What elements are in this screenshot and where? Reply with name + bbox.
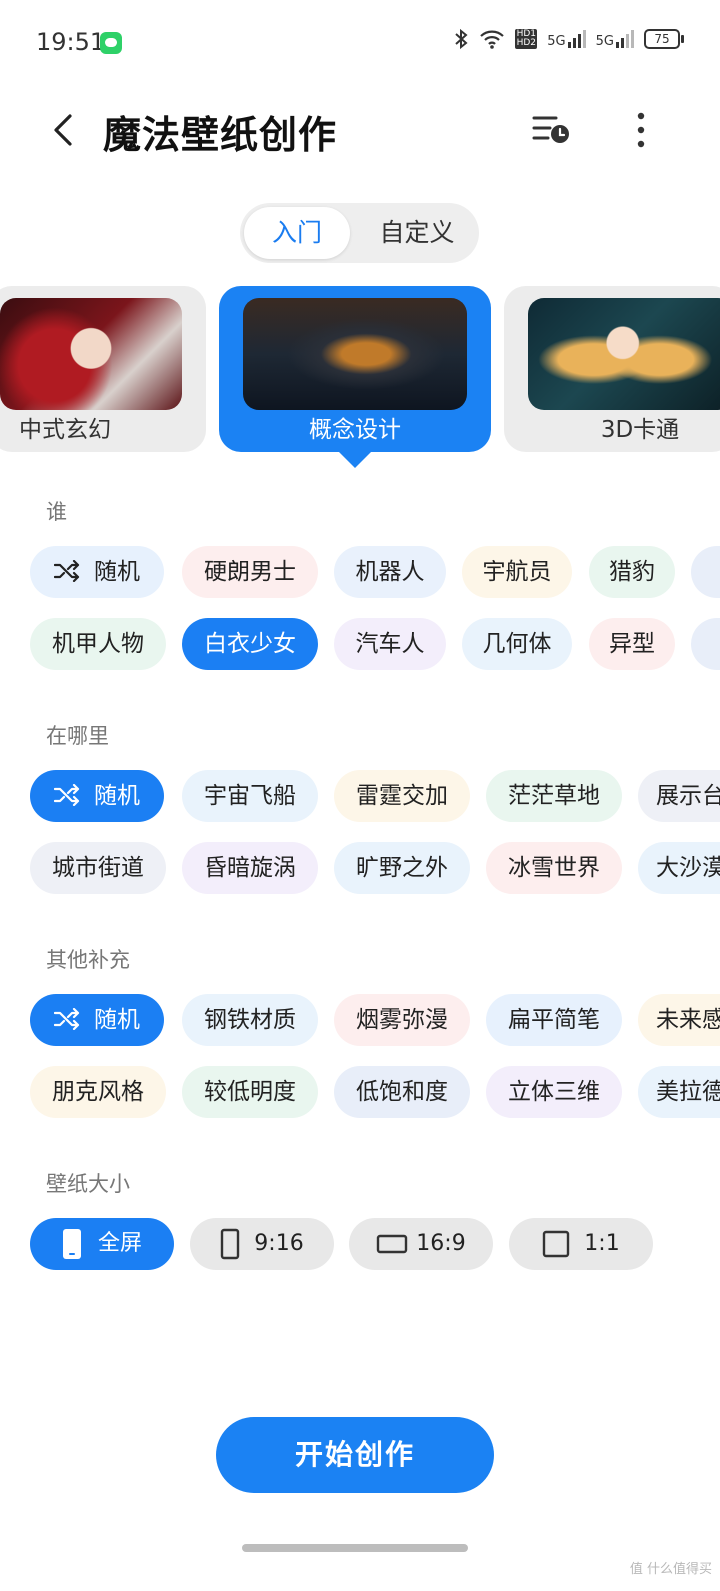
chip-who[interactable]: 汽车人: [334, 618, 446, 670]
tab-custom[interactable]: 自定义: [358, 207, 476, 259]
tab-beginner[interactable]: 入门: [244, 207, 350, 259]
hd-icon: HD1 HD2: [515, 29, 538, 49]
chip-who[interactable]: 猎豹: [589, 546, 675, 598]
chip-where[interactable]: 雷霆交加: [334, 770, 470, 822]
chip-where-partial[interactable]: 展示台: [638, 770, 720, 822]
status-time: 19:51: [36, 28, 106, 56]
section-title-who: 谁: [46, 500, 67, 524]
chip-extra[interactable]: 较低明度: [182, 1066, 318, 1118]
size-option-16-9[interactable]: 16:9: [349, 1218, 493, 1270]
style-label: 中式玄幻: [19, 417, 111, 443]
watermark: 值 什么值得买: [629, 1562, 712, 1577]
chip-who-partial[interactable]: [691, 546, 720, 598]
chip-who[interactable]: 机甲人物: [30, 618, 166, 670]
chip-extra[interactable]: 钢铁材质: [182, 994, 318, 1046]
style-card-chinese-fantasy[interactable]: 中式玄幻: [0, 286, 206, 452]
style-label: 概念设计: [309, 417, 401, 443]
chip-who[interactable]: 异型: [589, 618, 675, 670]
chip-where[interactable]: 城市街道: [30, 842, 166, 894]
battery-icon: 75: [644, 29, 684, 49]
bluetooth-icon: [455, 28, 468, 50]
chip-extra[interactable]: 朋克风格: [30, 1066, 166, 1118]
chip-extra-partial[interactable]: 未来感: [638, 994, 720, 1046]
shuffle-icon: [54, 560, 80, 582]
chip-extra[interactable]: 烟雾弥漫: [334, 994, 470, 1046]
chip-who-partial[interactable]: [691, 618, 720, 670]
back-icon[interactable]: [46, 112, 82, 148]
mode-switch: 入门 自定义: [240, 203, 479, 263]
chip-who-random[interactable]: 随机: [30, 546, 164, 598]
shuffle-icon: [54, 1008, 80, 1030]
style-thumbnail: [0, 298, 182, 410]
chip-who[interactable]: 硬朗男士: [182, 546, 318, 598]
chip-who[interactable]: 宇航员: [462, 546, 572, 598]
style-thumbnail: [243, 298, 467, 410]
chip-extra[interactable]: 立体三维: [486, 1066, 622, 1118]
page-title: 魔法壁纸创作: [103, 113, 338, 157]
section-title-size: 壁纸大小: [46, 1172, 130, 1196]
chip-where[interactable]: 冰雪世界: [486, 842, 622, 894]
home-indicator[interactable]: [242, 1544, 468, 1552]
chip-who[interactable]: 几何体: [462, 618, 572, 670]
shuffle-icon: [54, 784, 80, 806]
portrait-frame-icon: [221, 1228, 240, 1260]
message-app-icon: [100, 32, 122, 54]
style-label: 3D卡通: [600, 417, 680, 443]
style-card-concept-design[interactable]: 概念设计: [219, 286, 491, 468]
status-icons: HD1 HD2 5G 5G 75: [453, 28, 684, 50]
chip-where-partial[interactable]: 大沙漠: [638, 842, 720, 894]
size-option-1-1[interactable]: 1:1: [509, 1218, 653, 1270]
chip-where[interactable]: 宇宙飞船: [182, 770, 318, 822]
size-option-fullscreen[interactable]: 全屏: [30, 1218, 174, 1270]
section-title-extra: 其他补充: [46, 948, 130, 972]
chip-extra[interactable]: 低饱和度: [334, 1066, 470, 1118]
phone-fullscreen-icon: [62, 1229, 81, 1259]
chip-where[interactable]: 旷野之外: [334, 842, 470, 894]
square-frame-icon: [543, 1230, 570, 1258]
chip-where[interactable]: 昏暗旋涡: [182, 842, 318, 894]
chip-extra-random[interactable]: 随机: [30, 994, 164, 1046]
style-card-3d-cartoon[interactable]: 3D卡通: [504, 286, 720, 452]
style-thumbnail: [528, 298, 720, 410]
signal-icon: 5G: [547, 30, 586, 48]
landscape-frame-icon: [377, 1234, 408, 1254]
history-icon[interactable]: [530, 112, 570, 148]
chip-extra-partial[interactable]: 美拉德: [638, 1066, 720, 1118]
chip-who-selected[interactable]: 白衣少女: [182, 618, 318, 670]
start-create-button[interactable]: 开始创作: [216, 1417, 494, 1493]
signal-icon: 5G: [596, 30, 634, 48]
size-option-9-16[interactable]: 9:16: [190, 1218, 334, 1270]
wifi-icon: [480, 30, 505, 49]
section-title-where: 在哪里: [46, 724, 109, 748]
more-icon[interactable]: [626, 110, 656, 150]
chip-where-random[interactable]: 随机: [30, 770, 164, 822]
chip-extra[interactable]: 扁平简笔: [486, 994, 622, 1046]
chip-who[interactable]: 机器人: [334, 546, 446, 598]
chip-where[interactable]: 茫茫草地: [486, 770, 622, 822]
